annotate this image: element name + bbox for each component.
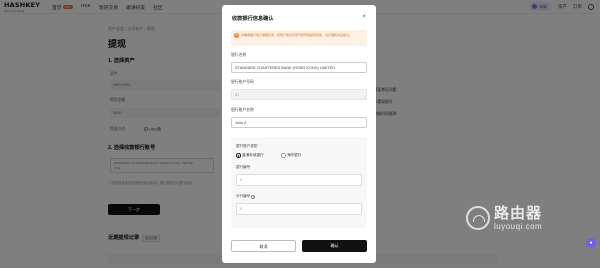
cancel-button[interactable]: 取消 [231,240,296,252]
account-number-label: 银行账户号码 [231,80,254,84]
confirm-button[interactable]: 确认 [302,240,367,252]
router-logo-icon [466,206,490,230]
account-number-field[interactable]: 47 [231,89,367,100]
watermark-url: luyouqi.com [494,222,543,231]
branch-code-label: 分行编号? [236,194,256,199]
branch-code-field[interactable]: 0 [236,203,362,215]
warning-icon: ! [234,33,239,38]
account-name-label: 银行账户名称 [231,108,254,112]
account-type-label: 银行账户类型 [236,144,258,148]
bank-confirm-modal: 收款银行信息确认 × ! 请确保银行信息准确无误，若银行信息有误可能导致提现失败… [222,5,376,263]
close-icon[interactable]: × [362,14,366,20]
radio-local-bank[interactable]: 香港本地银行 [236,153,264,158]
info-icon[interactable]: ? [251,194,256,199]
watermark-title: 路由器 [494,204,543,222]
warning-text: 请确保银行信息准确无误，若银行信息有误可能导致提现失败，请仔细核对后提交。 [241,33,353,37]
radio-selected-icon [236,153,241,158]
bank-code-field[interactable]: 0 [236,174,362,186]
chat-bubble-icon[interactable]: ● [586,238,596,248]
account-name-field[interactable]: Julia Z [231,117,367,128]
bank-code-label: 银行编号 [236,165,251,169]
radio-icon [281,153,286,158]
modal-title: 收款银行信息确认 [232,16,274,22]
bank-name-label: 银行名称 [231,53,247,57]
account-type-section: 银行账户类型 香港本地银行 海外银行 银行编号 0 分行编号? 0 [231,137,367,228]
radio-overseas-bank[interactable]: 海外银行 [281,153,301,158]
bank-name-field[interactable]: STANDARD CHARTERED BANK (HONG KONG) LIMI… [231,62,367,73]
watermark: 路由器 luyouqi.com [466,205,542,231]
warning-banner: ! 请确保银行信息准确无误，若银行信息有误可能导致提现失败，请仔细核对后提交。 [231,30,367,46]
